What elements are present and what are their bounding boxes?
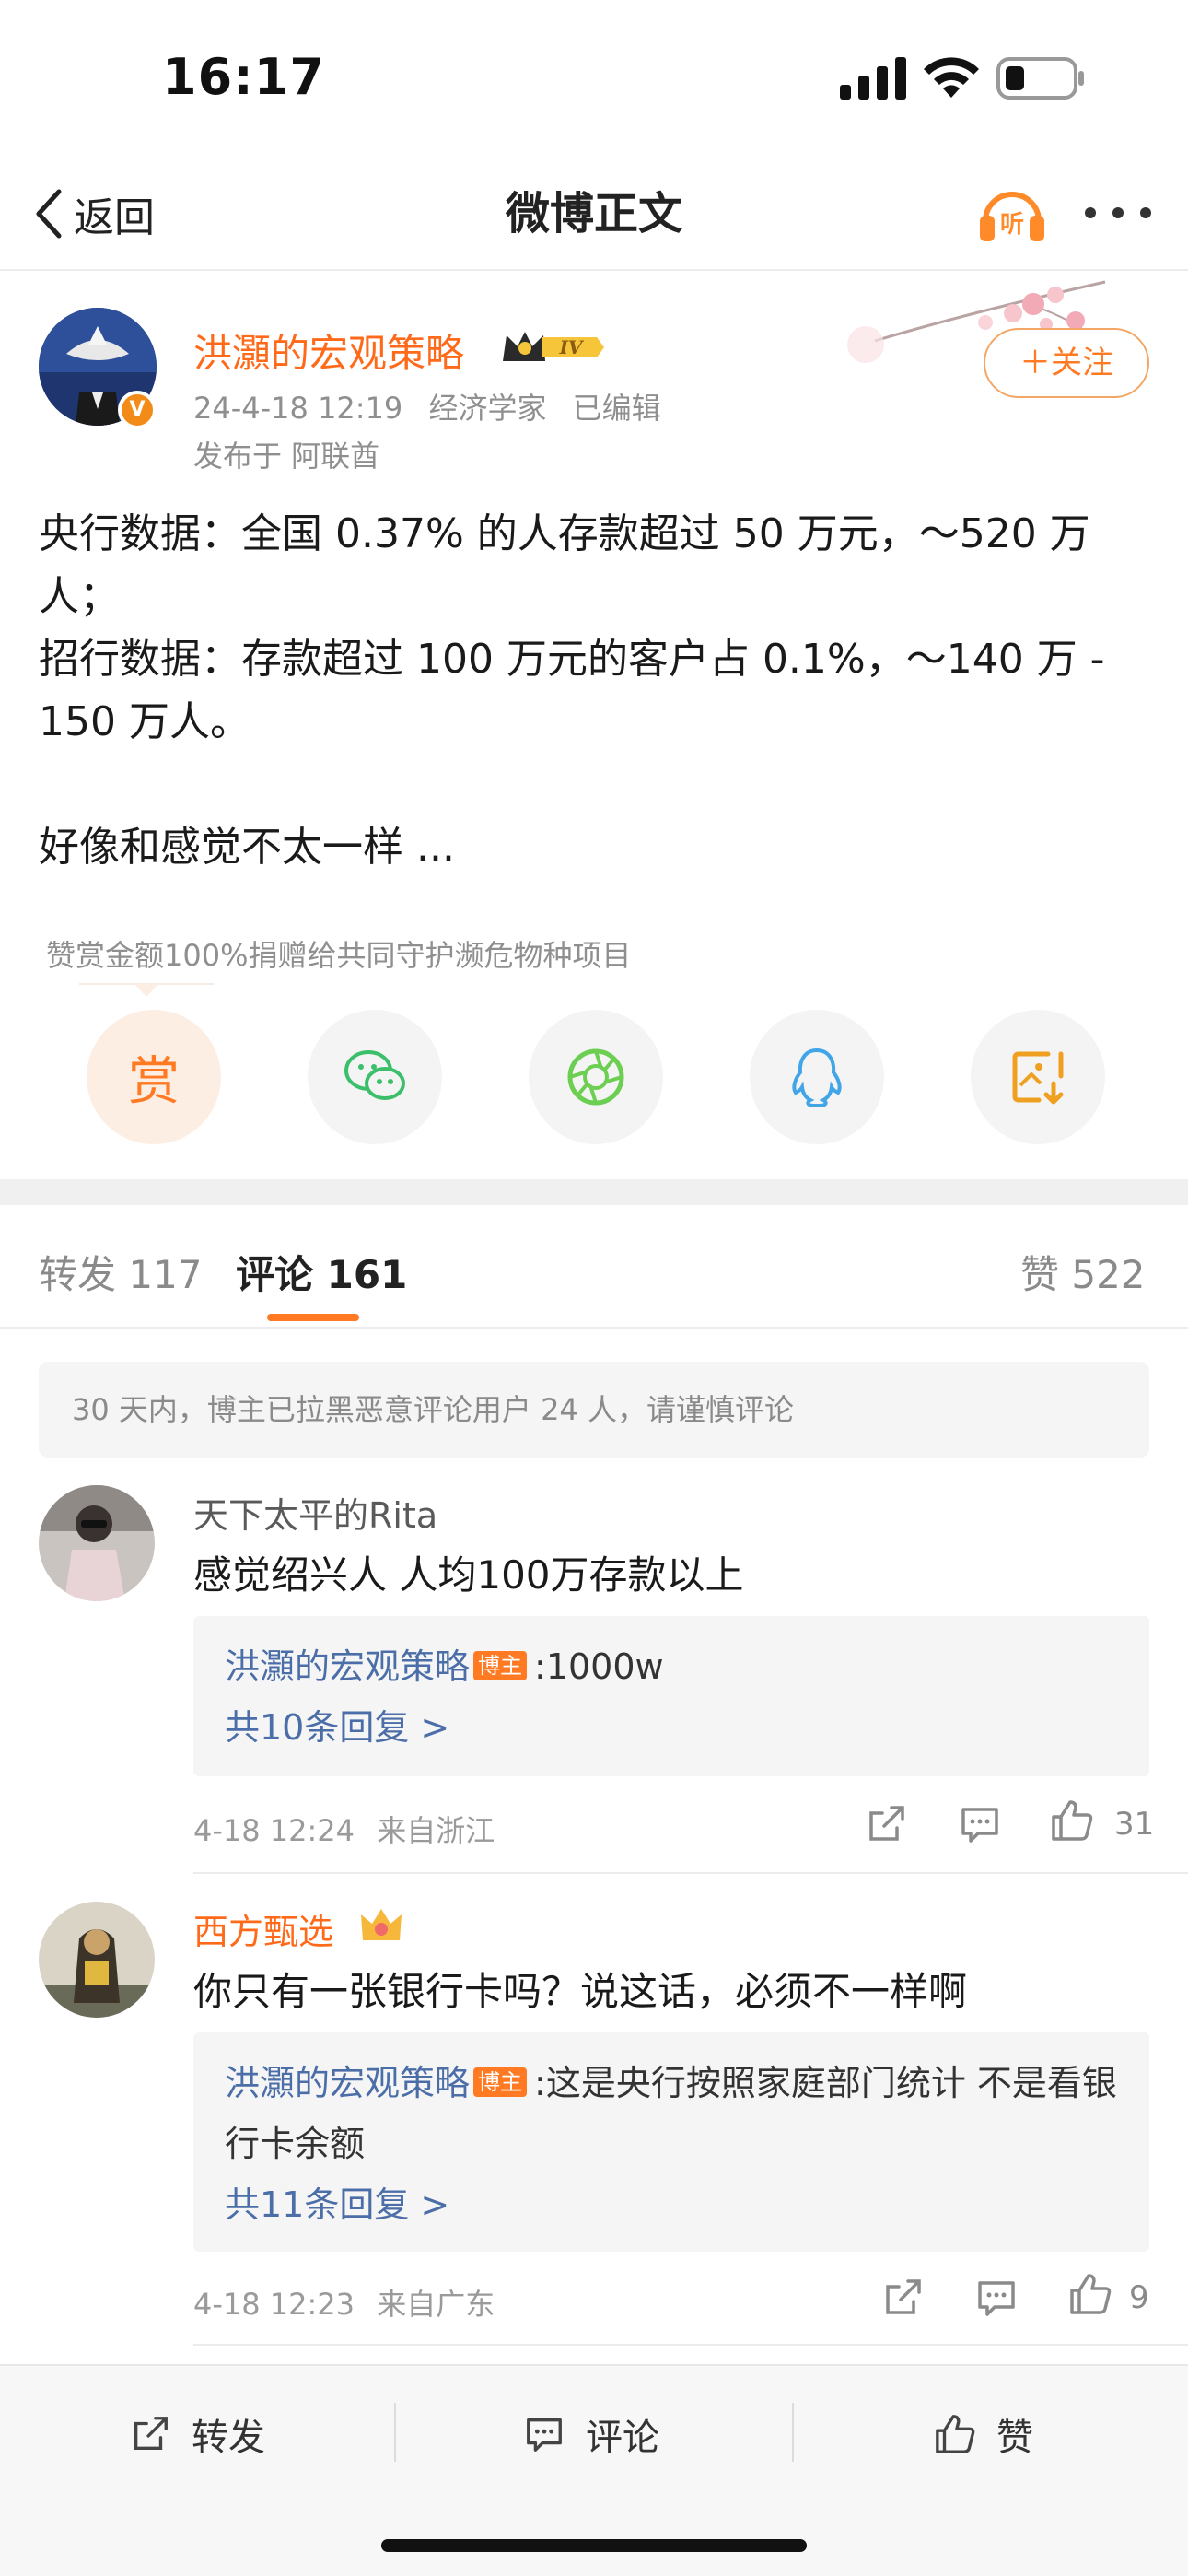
reply-author[interactable]: 洪灝的宏观策略 <box>225 1646 470 1687</box>
owner-tag: 博主 <box>473 1651 528 1680</box>
section-divider <box>0 1179 1188 1205</box>
save-image-icon <box>1012 1051 1064 1105</box>
repost-label: 转发 <box>192 2417 265 2459</box>
vip-crown-icon <box>361 1909 402 1940</box>
post-date: 24-4-18 12:19 <box>193 391 403 426</box>
reward-button[interactable]: 赏 <box>87 1010 221 1144</box>
comment-notice: 30 天内，博主已拉黑恶意评论用户 24 人，请谨慎评论 <box>39 1362 1149 1458</box>
vip-crown-icon: IV <box>503 332 604 361</box>
wifi-icon <box>924 57 979 98</box>
comment-location: 来自浙江 <box>377 1813 495 1848</box>
like-label: 赞 <box>996 2417 1033 2459</box>
post-meta: 24-4-18 12:19 经济学家 已编辑 <box>193 385 678 427</box>
more-options-icon[interactable] <box>1083 199 1153 227</box>
comment-text: 你只有一张银行卡吗？说这话，必须不一样啊 <box>193 1969 968 2014</box>
share-row: 赏 <box>0 1010 1188 1148</box>
share-icon[interactable] <box>880 2276 925 2320</box>
battery-icon <box>996 57 1084 100</box>
commenter-name[interactable]: 西方甄选 <box>193 1903 333 1954</box>
moments-share-button[interactable] <box>529 1010 663 1144</box>
content-line: 招行数据：存款超过 100 万元的客户占 0.1%，～140 万 - <box>39 636 1105 683</box>
thumbs-up-icon[interactable] <box>1068 2272 1112 2316</box>
nav-bar: 返回 微博正文 听 <box>0 157 1188 271</box>
repost-button[interactable]: 转发 <box>129 2399 265 2469</box>
post-content: 央行数据：全国 0.37% 的人存款超过 50 万元，～520 万 人； 招行数… <box>39 503 1153 879</box>
wechat-share-button[interactable] <box>308 1010 442 1144</box>
cellular-signal-icon <box>840 57 906 100</box>
thumbs-up-icon <box>936 2415 975 2453</box>
comment-text: 感觉绍兴人 人均100万存款以上 <box>193 1552 744 1598</box>
reply-icon[interactable] <box>974 2276 1019 2320</box>
qq-share-button[interactable] <box>750 1010 884 1144</box>
more-replies-link[interactable]: 共11条回复 > <box>225 2174 1118 2235</box>
reply-icon[interactable] <box>958 1802 1002 1846</box>
commenter-avatar[interactable] <box>39 1902 155 2018</box>
follow-button[interactable]: ＋关注 <box>984 328 1149 398</box>
comment-tabs: 转发 117 评论 161 赞 522 <box>0 1205 1188 1329</box>
save-image-button[interactable] <box>971 1010 1105 1144</box>
reward-button-label: 赏 <box>128 1051 180 1112</box>
home-indicator[interactable] <box>381 2539 807 2552</box>
tab-likes[interactable]: 赞 522 <box>1020 1244 1146 1300</box>
reply-author[interactable]: 洪灝的宏观策略 <box>225 2063 470 2103</box>
avatar-image <box>39 1902 155 2018</box>
reply-box[interactable]: 洪灝的宏观策略 博主:这是央行按照家庭部门统计 不是看银行卡余额 共11条回复 > <box>193 2032 1149 2252</box>
comment-footer: 4-18 12:24 来自浙江 <box>193 1808 507 1850</box>
bottom-separator <box>394 2403 396 2462</box>
reward-pointer-icon <box>79 983 214 997</box>
repost-icon <box>134 2417 168 2451</box>
content-line <box>39 754 1153 816</box>
verified-badge: V <box>118 391 157 429</box>
tab-repost[interactable]: 转发 117 <box>39 1244 203 1300</box>
comment-separator <box>193 1872 1188 1874</box>
comment-separator <box>193 2344 1188 2346</box>
bottom-separator <box>792 2403 794 2462</box>
status-bar: 16:17 <box>0 0 1188 157</box>
share-icon[interactable] <box>864 1802 908 1846</box>
reward-description: 赞赏金额100%捐赠给共同守护濒危物种项目 <box>46 938 632 973</box>
commenter-name[interactable]: 天下太平的Rita <box>193 1487 437 1538</box>
active-tab-indicator <box>267 1314 359 1321</box>
comment-date: 4-18 12:23 <box>193 2287 355 2322</box>
comment-location: 来自广东 <box>377 2287 495 2322</box>
comment-label: 评论 <box>586 2417 659 2459</box>
comment-button[interactable]: 评论 <box>523 2399 659 2469</box>
content-line: 人； <box>39 573 120 620</box>
avatar-image <box>39 1485 155 1601</box>
author-role: 经济学家 <box>428 391 547 426</box>
comment-date: 4-18 12:24 <box>193 1813 355 1848</box>
qq-penguin-icon <box>792 1048 842 1107</box>
edited-label: 已编辑 <box>572 391 661 426</box>
content-line: 央行数据：全国 0.37% 的人存款超过 50 万元，～520 万 <box>39 510 1090 557</box>
like-count: 31 <box>1114 1806 1155 1843</box>
commenter-avatar[interactable] <box>39 1485 155 1601</box>
content-line: 好像和感觉不太一样 ... <box>39 824 455 871</box>
like-button[interactable]: 赞 <box>934 2399 1033 2469</box>
listen-headphones-icon[interactable]: 听 <box>976 181 1048 245</box>
svg-text:IV: IV <box>559 336 585 358</box>
more-replies-link[interactable]: 共10条回复 > <box>225 1697 1118 1758</box>
published-location: 发布于 阿联酋 <box>193 439 380 474</box>
comment-footer: 4-18 12:23 来自广东 <box>193 2281 507 2324</box>
author-name[interactable]: 洪灝的宏观策略 <box>193 322 464 379</box>
tab-comment[interactable]: 评论 161 <box>236 1244 407 1300</box>
reply-text: :1000w <box>534 1646 664 1687</box>
wechat-icon <box>344 1050 405 1100</box>
content-line: 150 万人。 <box>39 698 250 745</box>
moments-aperture-icon <box>567 1048 624 1106</box>
owner-tag: 博主 <box>473 2067 528 2097</box>
status-time: 16:17 <box>162 48 325 106</box>
svg-text:听: 听 <box>1000 211 1024 239</box>
comment-icon <box>527 2418 562 2452</box>
thumbs-up-icon[interactable] <box>1050 1798 1094 1843</box>
like-count: 9 <box>1129 2279 1149 2316</box>
reply-box[interactable]: 洪灝的宏观策略 博主:1000w 共10条回复 > <box>193 1616 1149 1776</box>
